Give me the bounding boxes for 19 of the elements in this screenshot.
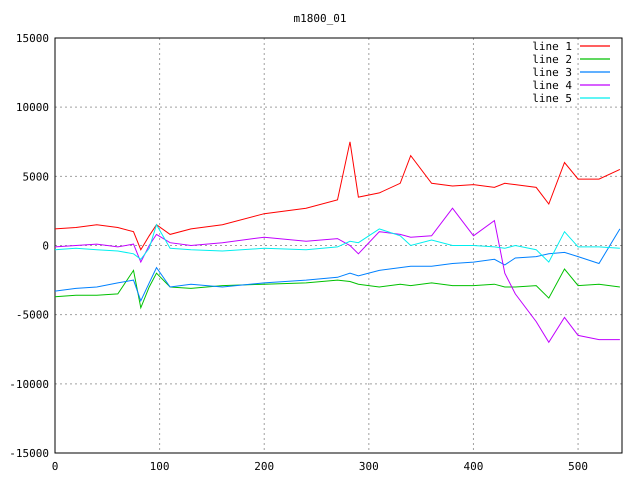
x-tick-label: 0	[52, 460, 58, 473]
x-tick-label: 300	[358, 460, 379, 473]
legend-label: line 1	[532, 40, 572, 53]
y-tick-label: 5000	[22, 170, 49, 184]
legend-label: line 3	[532, 66, 572, 79]
chart-title: m1800_01	[294, 12, 346, 25]
x-tick-label: 500	[568, 460, 588, 473]
y-tick-label: 0	[42, 240, 49, 252]
y-tick-label: -10000	[9, 378, 49, 391]
legend-label: line 4	[532, 79, 572, 92]
x-tick-label: 200	[254, 460, 274, 473]
y-tick-label: -5000	[16, 308, 49, 322]
y-tick-label: -15000	[9, 447, 49, 460]
y-tick-label: 10000	[16, 101, 49, 114]
x-tick-label: 100	[150, 460, 170, 473]
legend-label: line 5	[532, 92, 572, 105]
legend-label: line 2	[532, 53, 572, 66]
x-tick-label: 400	[464, 460, 484, 473]
y-tick-label: 15000	[16, 32, 49, 45]
